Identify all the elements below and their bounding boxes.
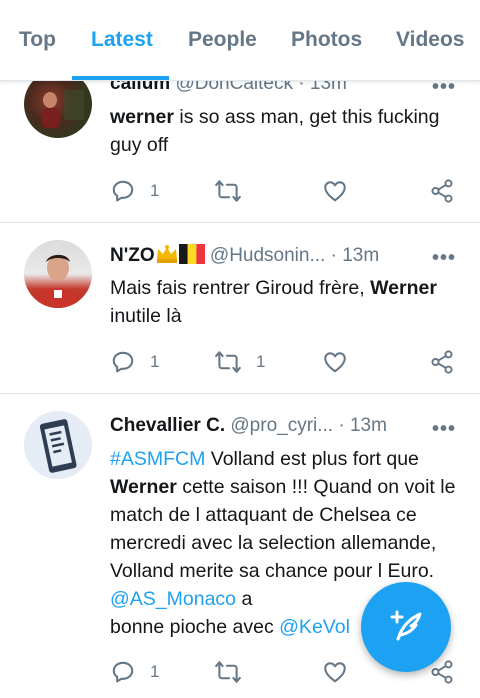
tweet-actions: 1 1 bbox=[110, 348, 460, 376]
reply-icon bbox=[112, 180, 134, 202]
compose-tweet-button[interactable] bbox=[361, 582, 451, 672]
reply-icon bbox=[112, 661, 134, 683]
tweet[interactable]: N'ZO @Hudsonin... · 13m ••• Mais fais re… bbox=[0, 222, 480, 394]
user-handle[interactable]: @Hudsonin... bbox=[210, 245, 325, 266]
share-button[interactable] bbox=[429, 177, 455, 205]
tweet-time[interactable]: 13m bbox=[342, 245, 379, 266]
retweet-button[interactable] bbox=[214, 177, 256, 205]
active-tab-indicator bbox=[72, 76, 169, 80]
text-segment: Volland est plus fort que bbox=[205, 448, 419, 470]
tweet-text: Mais fais rentrer Giroud frère, Werner i… bbox=[110, 274, 460, 330]
tab-latest[interactable]: Latest bbox=[91, 28, 153, 52]
retweet-icon bbox=[215, 180, 241, 202]
heart-icon bbox=[324, 662, 346, 683]
display-name[interactable]: Chevallier C. bbox=[110, 415, 225, 436]
like-button[interactable] bbox=[322, 658, 348, 686]
text-segment: Mais fais rentrer Giroud frère, bbox=[110, 277, 371, 299]
keyword: Werner bbox=[370, 277, 437, 299]
more-icon[interactable]: ••• bbox=[432, 418, 456, 441]
reply-count: 1 bbox=[150, 352, 160, 371]
retweet-icon bbox=[215, 661, 241, 683]
retweet-count: 1 bbox=[256, 352, 266, 371]
compose-tweet-icon bbox=[390, 610, 422, 641]
share-icon bbox=[431, 350, 453, 374]
tweet-text: werner is so ass man, get this fucking g… bbox=[110, 103, 460, 159]
reply-button[interactable]: 1 bbox=[110, 658, 159, 686]
retweet-icon bbox=[215, 351, 241, 373]
text-segment: inutile là bbox=[110, 305, 182, 327]
separator-dot: · bbox=[338, 415, 345, 436]
tweet-actions: 1 bbox=[110, 177, 460, 205]
mention-link[interactable]: @KeVol bbox=[279, 616, 350, 638]
reply-icon bbox=[112, 351, 134, 373]
like-button[interactable] bbox=[322, 177, 348, 205]
share-button[interactable] bbox=[429, 348, 455, 376]
reply-button[interactable]: 1 bbox=[110, 177, 159, 205]
like-button[interactable] bbox=[322, 348, 348, 376]
share-icon bbox=[431, 179, 453, 203]
tab-photos[interactable]: Photos bbox=[291, 28, 362, 52]
retweet-button[interactable] bbox=[214, 658, 256, 686]
tweet-header: Chevallier C. @pro_cyri... · 13m bbox=[110, 415, 462, 441]
avatar[interactable] bbox=[24, 240, 92, 308]
reply-count: 1 bbox=[150, 181, 160, 200]
tab-top[interactable]: Top bbox=[19, 28, 56, 52]
tweet-header: N'ZO @Hudsonin... · 13m bbox=[110, 244, 462, 270]
keyword: Werner bbox=[110, 476, 177, 498]
display-name[interactable]: N'ZO bbox=[110, 245, 155, 266]
text-segment: bonne pioche avec bbox=[110, 616, 280, 638]
text-segment: a bbox=[236, 588, 253, 610]
reply-button[interactable]: 1 bbox=[110, 348, 159, 376]
keyword: werner bbox=[110, 106, 174, 128]
more-icon[interactable]: ••• bbox=[432, 247, 456, 270]
heart-icon bbox=[324, 352, 346, 373]
mention-link[interactable]: @AS_Monaco bbox=[110, 588, 236, 610]
tab-bar: Top Latest People Photos Videos bbox=[0, 0, 480, 81]
reply-count: 1 bbox=[150, 662, 160, 681]
hashtag-link[interactable]: #ASMFCM bbox=[110, 448, 205, 470]
tweet-time[interactable]: 13m bbox=[350, 415, 387, 436]
tab-people[interactable]: People bbox=[188, 28, 257, 52]
retweet-button[interactable]: 1 bbox=[214, 348, 265, 376]
avatar[interactable] bbox=[24, 411, 92, 479]
user-handle[interactable]: @pro_cyri... bbox=[230, 415, 333, 436]
heart-icon bbox=[324, 181, 346, 202]
tab-videos[interactable]: Videos bbox=[396, 28, 464, 52]
separator-dot: · bbox=[330, 245, 337, 266]
belgium-flag-icon bbox=[178, 244, 205, 264]
crown-emoji-icon bbox=[156, 245, 177, 263]
